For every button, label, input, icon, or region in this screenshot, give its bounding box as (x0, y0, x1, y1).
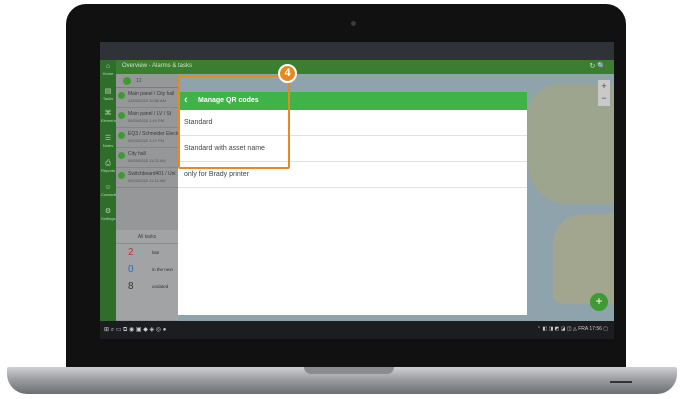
check-icon (118, 132, 125, 139)
sidebar-item-home[interactable]: ⌂ Home (101, 63, 115, 76)
tab-count: 12 (136, 78, 142, 84)
webcam (351, 21, 356, 26)
list-item[interactable]: Main panel / City hall 12/09/2020 10:56 … (116, 88, 178, 108)
stats-header: All tasks (116, 230, 178, 244)
laptop-port (610, 381, 632, 383)
zoom-out-button[interactable]: − (598, 92, 610, 104)
stat-upcoming[interactable]: 0 in the next (116, 261, 178, 278)
check-icon (118, 92, 125, 99)
reports-icon: ⎙ (105, 160, 111, 167)
stat-value: 2 (128, 247, 134, 258)
list-item-title: Switchboard401 / Uni (128, 171, 176, 177)
sidebar-item-elements[interactable]: ⌘ Elements (101, 110, 118, 123)
taskbar-apps[interactable]: ⊞ ⌕ ▭ ⧉ ◉ ▣ ◆ ◈ ◎ ● (104, 326, 166, 334)
map-landmass-south (553, 214, 614, 304)
sidebar-item-label: Contacts (101, 192, 117, 197)
list-item-title: Main panel / LV / St (128, 111, 172, 117)
stat-value: 0 (128, 264, 134, 275)
list-item[interactable]: Main panel / LV / St 09/29/2020 1:41 PM (116, 108, 178, 128)
sidebar-item-label: Home (102, 71, 114, 76)
list-item-title: EQ3 / Schneider Electric (128, 131, 183, 137)
callout-highlight-box (178, 75, 290, 169)
top-bar: Overview - Alarms & tasks ↻ 🔍 (100, 60, 614, 74)
tasks-icon: ▤ (104, 88, 112, 95)
topbar-actions-icon[interactable]: ↻ 🔍 (589, 62, 606, 70)
zoom-in-button[interactable]: + (598, 80, 610, 92)
notes-icon: ☰ (104, 135, 112, 142)
list-item[interactable]: Switchboard401 / Uni 09/29/2020 11:11 AM (116, 168, 178, 188)
add-fab-button[interactable]: + (590, 293, 608, 311)
elements-icon: ⌘ (104, 110, 112, 117)
laptop-base (7, 367, 677, 394)
check-icon (118, 112, 125, 119)
stat-undated[interactable]: 8 undated (116, 278, 178, 295)
stat-label: in the next (152, 267, 173, 272)
sidebar-item-reports[interactable]: ⎙ Reports (101, 160, 115, 173)
list-item[interactable]: EQ3 / Schneider Electric 09/29/2020 1:47… (116, 128, 182, 148)
list-item-date: 09/29/2020 11:22 AM (128, 158, 166, 163)
laptop-notch (304, 367, 394, 374)
callout-number-badge: 4 (278, 64, 297, 83)
stat-value: 8 (128, 281, 134, 292)
check-icon (118, 172, 125, 179)
sidebar-item-label: Notes (102, 143, 114, 148)
list-item-title: Main panel / City hall (128, 91, 175, 97)
sidebar-item-label: Settings (101, 216, 116, 221)
sidebar: ⌂ Home ▤ Tasks ⌘ Elements ☰ Notes ⎙ Repo… (100, 60, 118, 321)
check-icon (118, 152, 125, 159)
list-item-date: 09/29/2020 1:47 PM (128, 138, 165, 143)
laptop-frame: + − + Overview - Alarms & tasks ↻ 🔍 ⌂ Ho… (0, 0, 684, 399)
contacts-icon: ☺ (104, 184, 112, 191)
screen-bezel-area (100, 42, 614, 60)
sidebar-item-contacts[interactable]: ☺ Contacts (101, 184, 117, 197)
sidebar-item-notes[interactable]: ☰ Notes (101, 135, 115, 148)
task-stats-panel: All tasks 2 late 0 in the next 8 undated (116, 230, 178, 320)
windows-taskbar: ⊞ ⌕ ▭ ⧉ ◉ ▣ ◆ ◈ ◎ ● ⌃ ◧ ◨ ◩ ◪ ◫ ◬ FRA 17… (100, 321, 614, 339)
stat-label: late (152, 250, 160, 255)
stat-label: undated (152, 284, 169, 289)
stat-late[interactable]: 2 late (116, 244, 178, 261)
list-item-date: 09/29/2020 11:11 AM (128, 178, 166, 183)
list-item-date: 12/09/2020 10:56 AM (128, 98, 167, 103)
sidebar-item-label: Reports (101, 168, 116, 173)
sidebar-item-tasks[interactable]: ▤ Tasks (101, 88, 115, 101)
check-icon (123, 77, 131, 85)
home-icon: ⌂ (105, 63, 111, 70)
sidebar-item-settings[interactable]: ⚙ Settings (101, 208, 115, 221)
topbar-title: Overview - Alarms & tasks (122, 63, 193, 69)
list-tabs[interactable]: 12 (116, 74, 178, 88)
zoom-control: + − (598, 80, 610, 106)
taskbar-tray[interactable]: ⌃ ◧ ◨ ◩ ◪ ◫ ◬ FRA 17:56 ▢ (537, 326, 608, 332)
settings-icon: ⚙ (104, 208, 112, 215)
list-item[interactable]: City hall 09/29/2020 11:22 AM (116, 148, 178, 168)
list-item-date: 09/29/2020 1:41 PM (128, 118, 165, 123)
sidebar-item-label: Tasks (102, 96, 114, 101)
list-item-title: City hall (128, 151, 146, 157)
